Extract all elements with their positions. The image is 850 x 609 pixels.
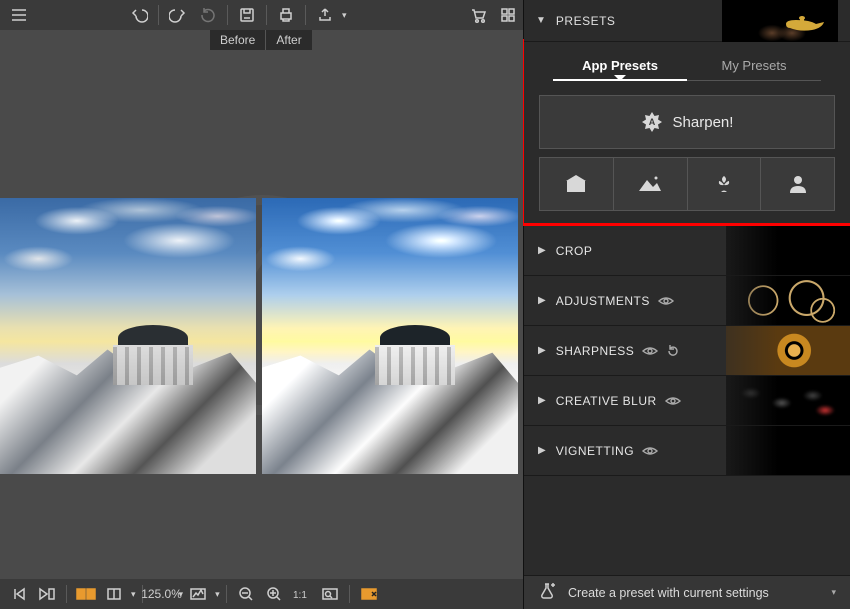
cart-button[interactable] bbox=[463, 0, 493, 30]
svg-text:A: A bbox=[648, 117, 655, 127]
lamp-icon bbox=[782, 10, 830, 36]
chevron-right-icon: ▶ bbox=[538, 445, 546, 456]
save-button[interactable] bbox=[232, 0, 262, 30]
after-tab[interactable]: After bbox=[266, 30, 311, 50]
zoom-dropdown[interactable]: ▾ bbox=[179, 589, 184, 600]
flask-icon bbox=[538, 581, 556, 604]
before-tab[interactable]: Before bbox=[210, 30, 266, 50]
preset-cat-landscape[interactable] bbox=[614, 157, 688, 211]
first-image-button[interactable] bbox=[6, 579, 32, 609]
before-image[interactable] bbox=[0, 198, 256, 474]
print-button[interactable] bbox=[271, 0, 301, 30]
histogram-dropdown[interactable]: ▾ bbox=[215, 589, 220, 600]
preset-cat-portrait[interactable] bbox=[761, 157, 835, 211]
eye-icon[interactable] bbox=[642, 445, 658, 457]
preset-category-grid bbox=[539, 157, 835, 211]
top-toolbar: ▾ bbox=[0, 0, 523, 30]
svg-text:1:1: 1:1 bbox=[293, 590, 307, 601]
zoom-100-button[interactable]: 1:1 bbox=[289, 579, 315, 609]
menu-button[interactable] bbox=[4, 0, 34, 30]
bottom-toolbar: ▾ 125.0% ▾ ▾ 1:1 bbox=[0, 579, 523, 609]
grid-view-button[interactable] bbox=[493, 0, 523, 30]
chevron-down-icon[interactable]: ▾ bbox=[831, 587, 836, 598]
section-crop-label: CROP bbox=[556, 244, 593, 258]
presets-header[interactable]: ▼ PRESETS bbox=[524, 0, 850, 42]
chevron-right-icon: ▶ bbox=[538, 345, 546, 356]
presets-title: PRESETS bbox=[556, 14, 616, 28]
zoom-fit-button[interactable] bbox=[317, 579, 343, 609]
eye-icon[interactable] bbox=[642, 345, 658, 357]
preset-tabs: App Presets My Presets bbox=[527, 45, 847, 81]
eye-icon[interactable] bbox=[658, 295, 674, 307]
compare-sidebyside-button[interactable] bbox=[73, 579, 99, 609]
reset-icon[interactable] bbox=[666, 344, 680, 358]
zoom-value-label: 125.0% bbox=[149, 579, 175, 609]
section-vignetting[interactable]: ▶ VIGNETTING bbox=[524, 426, 850, 476]
share-dropdown-icon[interactable]: ▾ bbox=[342, 10, 347, 21]
tab-my-presets[interactable]: My Presets bbox=[687, 58, 821, 81]
landscape-icon bbox=[637, 173, 663, 195]
zoom-out-button[interactable] bbox=[233, 579, 259, 609]
navigator-button[interactable] bbox=[356, 579, 382, 609]
create-preset-button[interactable]: Create a preset with current settings ▾ bbox=[524, 575, 850, 609]
redo-button[interactable] bbox=[163, 0, 193, 30]
section-crop[interactable]: ▶ CROP bbox=[524, 226, 850, 276]
right-sidebar: ▼ PRESETS App Presets My Presets A Sharp… bbox=[523, 0, 850, 609]
section-adjustments-label: ADJUSTMENTS bbox=[556, 294, 650, 308]
compare-mode-dropdown[interactable]: ▾ bbox=[131, 589, 136, 600]
preset-sharpen-button[interactable]: A Sharpen! bbox=[539, 95, 835, 149]
zoom-in-button[interactable] bbox=[261, 579, 287, 609]
chevron-down-icon: ▼ bbox=[536, 15, 546, 26]
after-image[interactable] bbox=[262, 198, 518, 474]
section-creative-blur[interactable]: ▶ CREATIVE BLUR bbox=[524, 376, 850, 426]
compare-split-button[interactable] bbox=[101, 579, 127, 609]
preset-cat-macro[interactable] bbox=[688, 157, 762, 211]
chevron-right-icon: ▶ bbox=[538, 245, 546, 256]
section-adjustments[interactable]: ▶ ADJUSTMENTS bbox=[524, 276, 850, 326]
create-preset-label: Create a preset with current settings bbox=[568, 586, 769, 600]
section-sharpness-label: SHARPNESS bbox=[556, 344, 635, 358]
presets-highlighted-box: App Presets My Presets A Sharpen! bbox=[521, 39, 850, 226]
eye-icon[interactable] bbox=[665, 395, 681, 407]
viewer-pane: ▾ Before After bbox=[0, 0, 523, 609]
undo-button[interactable] bbox=[124, 0, 154, 30]
adjustment-accordion: ▶ CROP ▶ ADJUSTMENTS ▶ SHARPNESS ▶ CREAT… bbox=[524, 226, 850, 476]
chevron-right-icon: ▶ bbox=[538, 295, 546, 306]
share-button[interactable] bbox=[310, 0, 340, 30]
repeat-button[interactable] bbox=[193, 0, 223, 30]
portrait-icon bbox=[787, 173, 809, 195]
section-vignetting-label: VIGNETTING bbox=[556, 444, 634, 458]
auto-badge-icon: A bbox=[641, 111, 663, 133]
section-sharpness[interactable]: ▶ SHARPNESS bbox=[524, 326, 850, 376]
architecture-icon bbox=[563, 173, 589, 195]
histogram-button[interactable] bbox=[185, 579, 211, 609]
next-image-button[interactable] bbox=[34, 579, 60, 609]
macro-flower-icon bbox=[712, 173, 736, 195]
preset-hero-label: Sharpen! bbox=[673, 114, 734, 131]
compare-tabs: Before After bbox=[210, 30, 312, 50]
section-creative-blur-label: CREATIVE BLUR bbox=[556, 394, 657, 408]
preset-cat-architecture[interactable] bbox=[539, 157, 614, 211]
canvas-area[interactable] bbox=[0, 30, 523, 579]
presets-header-thumb bbox=[722, 0, 838, 42]
chevron-right-icon: ▶ bbox=[538, 395, 546, 406]
tab-app-presets[interactable]: App Presets bbox=[553, 58, 687, 81]
